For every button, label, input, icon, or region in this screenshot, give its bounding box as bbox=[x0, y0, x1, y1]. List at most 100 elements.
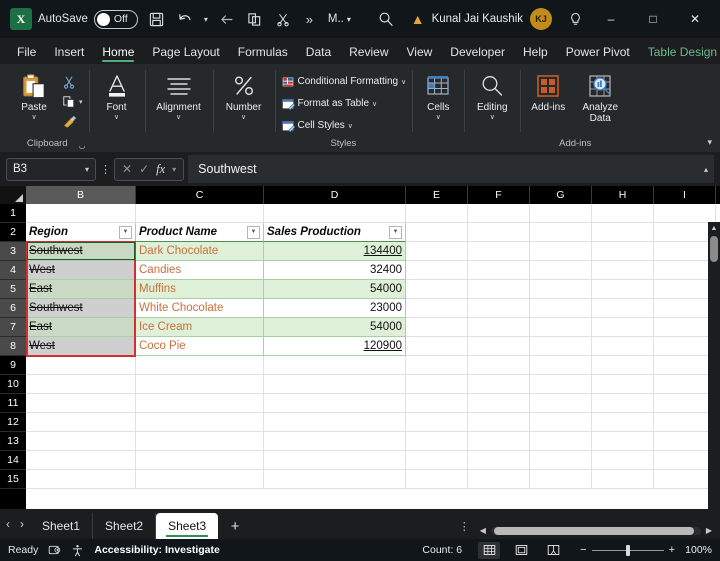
cell-C15[interactable] bbox=[136, 470, 264, 489]
cell-D5[interactable]: 54000 bbox=[264, 280, 406, 299]
cell-G10[interactable] bbox=[530, 375, 592, 394]
cut-button[interactable] bbox=[60, 72, 85, 91]
clipboard-dialog-launcher-icon[interactable]: ◡ bbox=[79, 141, 86, 150]
cell-C5[interactable]: Muffins bbox=[136, 280, 264, 299]
cell-H5[interactable] bbox=[592, 280, 654, 299]
hscroll-track[interactable] bbox=[491, 527, 701, 535]
cell-B9[interactable] bbox=[26, 356, 136, 375]
cell-E1[interactable] bbox=[406, 204, 468, 223]
column-header-f[interactable]: F bbox=[468, 186, 530, 204]
cell-H2[interactable] bbox=[592, 223, 654, 242]
cell-G8[interactable] bbox=[530, 337, 592, 356]
cell-F1[interactable] bbox=[468, 204, 530, 223]
cell-F8[interactable] bbox=[468, 337, 530, 356]
cell-H10[interactable] bbox=[592, 375, 654, 394]
cell-F4[interactable] bbox=[468, 261, 530, 280]
hscroll-right-icon[interactable]: ▶ bbox=[706, 526, 712, 535]
table-header-sales[interactable]: Sales Production ▼ bbox=[264, 223, 406, 242]
cell-I14[interactable] bbox=[654, 451, 716, 470]
tab-file[interactable]: File bbox=[8, 43, 45, 64]
cell-H9[interactable] bbox=[592, 356, 654, 375]
save-icon[interactable] bbox=[144, 6, 170, 32]
cell-C1[interactable] bbox=[136, 204, 264, 223]
formula-input[interactable]: Southwest ▴ bbox=[188, 155, 714, 183]
cell-D3[interactable]: 134400 bbox=[264, 242, 406, 261]
font-caret-icon[interactable]: ∨ bbox=[114, 114, 119, 121]
add-sheet-button[interactable]: + bbox=[218, 513, 252, 539]
cell-E15[interactable] bbox=[406, 470, 468, 489]
row-header-12[interactable]: 12 bbox=[0, 413, 26, 432]
column-header-g[interactable]: G bbox=[530, 186, 592, 204]
cell-G14[interactable] bbox=[530, 451, 592, 470]
cell-E2[interactable] bbox=[406, 223, 468, 242]
sheet-tab-sheet2[interactable]: Sheet2 bbox=[93, 513, 156, 539]
formula-bar-options-icon[interactable]: ⋮ bbox=[100, 163, 110, 176]
cell-C7[interactable]: Ice Cream bbox=[136, 318, 264, 337]
hscroll-left-icon[interactable]: ◀ bbox=[480, 526, 486, 535]
undo-icon[interactable] bbox=[172, 6, 198, 32]
maximize-button[interactable]: □ bbox=[632, 0, 674, 38]
cell-D1[interactable] bbox=[264, 204, 406, 223]
enter-icon[interactable]: ✓ bbox=[139, 162, 149, 176]
sheet-next-icon[interactable]: › bbox=[20, 517, 24, 531]
cell-F7[interactable] bbox=[468, 318, 530, 337]
cell-B5[interactable]: East bbox=[26, 280, 136, 299]
cell-D12[interactable] bbox=[264, 413, 406, 432]
column-header-h[interactable]: H bbox=[592, 186, 654, 204]
autosave-control[interactable]: AutoSave Off bbox=[38, 10, 138, 29]
search-icon[interactable] bbox=[369, 11, 403, 27]
row-header-15[interactable]: 15 bbox=[0, 470, 26, 489]
cell-B8[interactable]: West bbox=[26, 337, 136, 356]
normal-view-icon[interactable] bbox=[478, 542, 500, 559]
cell-G13[interactable] bbox=[530, 432, 592, 451]
avatar[interactable]: KJ bbox=[530, 8, 552, 30]
cell-E14[interactable] bbox=[406, 451, 468, 470]
page-break-preview-icon[interactable] bbox=[542, 542, 564, 559]
cell-F9[interactable] bbox=[468, 356, 530, 375]
cell-E10[interactable] bbox=[406, 375, 468, 394]
cell-H11[interactable] bbox=[592, 394, 654, 413]
cell-styles-caret-icon[interactable]: ∨ bbox=[348, 122, 353, 130]
cell-E12[interactable] bbox=[406, 413, 468, 432]
name-box[interactable]: B3 ▾ bbox=[6, 158, 96, 181]
cell-B15[interactable] bbox=[26, 470, 136, 489]
column-header-i[interactable]: I bbox=[654, 186, 716, 204]
cell-G12[interactable] bbox=[530, 413, 592, 432]
cell-G5[interactable] bbox=[530, 280, 592, 299]
cell-B6[interactable]: Southwest bbox=[26, 299, 136, 318]
tab-formulas[interactable]: Formulas bbox=[229, 43, 297, 64]
row-header-4[interactable]: 4 bbox=[0, 261, 26, 280]
fx-caret-icon[interactable]: ▾ bbox=[172, 165, 176, 174]
cell-E3[interactable] bbox=[406, 242, 468, 261]
column-header-d[interactable]: D bbox=[264, 186, 406, 204]
cell-C13[interactable] bbox=[136, 432, 264, 451]
sheet-options-icon[interactable]: ⋮ bbox=[459, 520, 480, 539]
cell-H12[interactable] bbox=[592, 413, 654, 432]
qat-menu[interactable]: M.. ▾ bbox=[328, 13, 351, 25]
cell-D6[interactable]: 23000 bbox=[264, 299, 406, 318]
tab-insert[interactable]: Insert bbox=[45, 43, 93, 64]
cell-C9[interactable] bbox=[136, 356, 264, 375]
cell-D9[interactable] bbox=[264, 356, 406, 375]
cell-F11[interactable] bbox=[468, 394, 530, 413]
cell-D4[interactable]: 32400 bbox=[264, 261, 406, 280]
ideas-bulb-icon[interactable] bbox=[560, 12, 590, 27]
cell-H3[interactable] bbox=[592, 242, 654, 261]
cell-I10[interactable] bbox=[654, 375, 716, 394]
cell-styles-button[interactable]: Cell Styles ∨ bbox=[279, 116, 409, 135]
vertical-scrollbar[interactable]: ▲ bbox=[708, 222, 720, 509]
qat-more-icon[interactable]: » bbox=[298, 12, 320, 27]
tab-page-layout[interactable]: Page Layout bbox=[143, 43, 228, 64]
cell-E6[interactable] bbox=[406, 299, 468, 318]
row-header-5[interactable]: 5 bbox=[0, 280, 26, 299]
editing-caret-icon[interactable]: ∨ bbox=[490, 114, 495, 121]
record-macro-icon[interactable] bbox=[48, 544, 61, 556]
cell-H4[interactable] bbox=[592, 261, 654, 280]
row-header-8[interactable]: 8 bbox=[0, 337, 26, 356]
cells-caret-icon[interactable]: ∨ bbox=[436, 114, 441, 121]
cancel-icon[interactable]: ✕ bbox=[122, 162, 132, 176]
cell-G6[interactable] bbox=[530, 299, 592, 318]
cell-H14[interactable] bbox=[592, 451, 654, 470]
cell-F2[interactable] bbox=[468, 223, 530, 242]
cell-G15[interactable] bbox=[530, 470, 592, 489]
